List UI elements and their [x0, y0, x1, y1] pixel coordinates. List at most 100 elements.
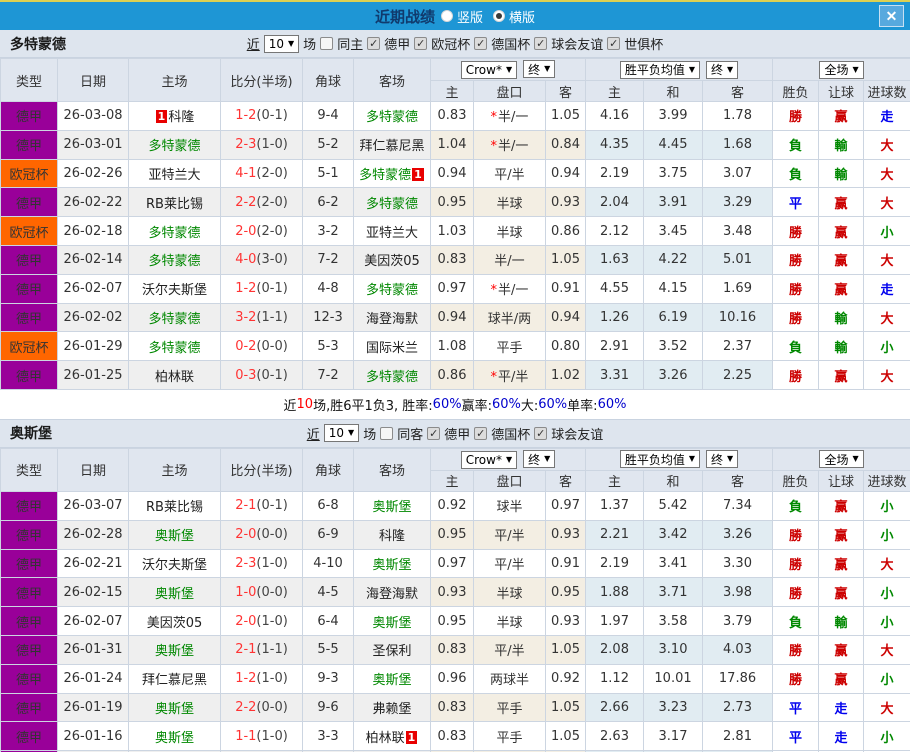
handicap: 平/半 [473, 519, 546, 550]
avg-win-odds: 4.55 [585, 273, 645, 304]
avg-win-odds: 2.66 [585, 692, 645, 723]
home-odds: 0.83 [430, 634, 474, 665]
result-wdl: 平 [772, 187, 820, 218]
league-checkbox-1-0[interactable]: ✓ [427, 426, 441, 440]
handicap: 两球半 [473, 663, 546, 694]
final-odds-select[interactable]: 终 ▼ [523, 60, 556, 79]
league-checkbox-0-2[interactable]: ✓ [474, 37, 488, 50]
full-time-score: 2-1 [235, 642, 257, 658]
avg-lose-odds: 3.26 [702, 519, 774, 550]
avg-lose-odds: 5.01 [702, 244, 774, 275]
corner-count: 5-1 [302, 158, 354, 189]
league-checkbox-0-3[interactable]: ✓ [534, 37, 548, 50]
match-type-badge: 德甲 [0, 101, 58, 131]
result-goals: 小 [863, 490, 910, 521]
home-team: 奥斯堡 [128, 634, 221, 665]
team-label: 奥斯堡 [372, 673, 412, 689]
full-time-score: 4-0 [235, 252, 257, 268]
match-type-badge: 德甲 [0, 187, 58, 218]
same-side-checkbox[interactable] [380, 426, 394, 440]
result-goals: 小 [863, 519, 910, 550]
result-handicap-label: 赢 [834, 369, 848, 385]
match-date: 26-01-24 [57, 663, 129, 694]
crow-select[interactable]: Crow* ▼ [460, 60, 518, 79]
avg-win-odds: 2.19 [585, 548, 645, 579]
match-type-badge: 德甲 [0, 490, 58, 521]
away-odds: 0.92 [544, 663, 587, 694]
full-match-select[interactable]: 全场 ▼ [819, 60, 864, 79]
match-count-select[interactable]: 10 ▼ [263, 34, 300, 53]
radio-vertical-layout[interactable]: 竖版 [440, 7, 483, 26]
team-label: 亚特兰大 [365, 225, 418, 241]
avg-win-odds: 1.88 [585, 577, 645, 608]
away-team: 多特蒙德 [353, 360, 431, 390]
chevron-down-icon: ▼ [688, 454, 696, 464]
full-time-score: 1-1 [235, 728, 257, 744]
avg-lose-odds: 3.79 [702, 606, 774, 636]
crow-select-value: Crow* [465, 452, 502, 467]
home-team: 1 科隆 [128, 101, 221, 131]
avg-odds-select[interactable]: 胜平负均值 ▼ [619, 450, 701, 469]
corner-count: 9-4 [302, 101, 354, 131]
match-count-select[interactable]: 10 ▼ [323, 424, 360, 443]
match-date: 26-01-31 [57, 634, 129, 665]
crow-select[interactable]: Crow* ▼ [460, 450, 518, 469]
avg-odds-select-value: 胜平负均值 [624, 63, 685, 77]
result-handicap: 赢 [818, 187, 865, 218]
result-handicap: 赢 [818, 490, 865, 521]
result-handicap-label: 走 [834, 701, 848, 717]
avg-lose-odds: 3.30 [702, 548, 774, 579]
sub-column-header: 主 [430, 80, 474, 102]
close-button[interactable]: ✕ [879, 5, 904, 27]
avg-draw-odds: 4.22 [643, 244, 704, 275]
match-type-badge: 德甲 [0, 519, 58, 550]
sub-column-header: 盘口 [473, 469, 546, 492]
avg-lose-odds: 3.98 [702, 577, 774, 608]
full-match-select[interactable]: 全场 ▼ [819, 450, 864, 469]
sub-column-header: 让球 [818, 469, 865, 492]
summary-text: 单率: [567, 398, 598, 414]
final-avg-select[interactable]: 终 ▼ [706, 60, 739, 79]
final-avg-select[interactable]: 终 ▼ [706, 450, 739, 469]
home-team: 奥斯堡 [128, 519, 221, 550]
half-time-score: (0-0) [256, 338, 288, 354]
full-time-score: 1-0 [235, 584, 257, 600]
games-label: 场 [303, 38, 317, 53]
home-team: RB莱比锡 [128, 490, 221, 521]
avg-draw-odds: 3.17 [643, 721, 704, 752]
away-odds: 1.05 [544, 244, 587, 275]
column-header: 比分(半场) [220, 58, 303, 102]
result-handicap-label: 輸 [834, 340, 848, 356]
team-label: 弗赖堡 [372, 701, 412, 717]
match-date: 26-02-07 [57, 273, 129, 304]
league-checkbox-0-0[interactable]: ✓ [367, 37, 381, 50]
summary-text: 60% [538, 396, 568, 412]
league-label: 德甲 [384, 38, 411, 53]
half-time-score: (0-1) [256, 367, 288, 383]
away-odds: 0.95 [544, 577, 587, 608]
league-checkbox-0-4[interactable]: ✓ [607, 37, 621, 50]
full-match-select-value: 全场 [824, 63, 849, 77]
radio-horizontal-layout[interactable]: 横版 [493, 7, 535, 26]
same-side-checkbox[interactable] [320, 37, 334, 50]
result-goals-label: 小 [880, 225, 894, 241]
near-label[interactable]: 近 [247, 34, 260, 53]
home-odds: 0.83 [430, 692, 474, 723]
match-row: 德甲 26-02-28 奥斯堡 2-0(0-0) 6-9 科隆 0.95 平/半 0.93 2.2… [0, 519, 910, 550]
league-checkbox-0-1[interactable]: ✓ [414, 37, 428, 50]
league-checkbox-1-2[interactable]: ✓ [534, 426, 548, 440]
sub-column-header: 进球数 [863, 469, 910, 492]
full-time-score: 4-1 [235, 165, 257, 181]
league-checkbox-1-1[interactable]: ✓ [474, 426, 488, 440]
corner-count: 7-2 [302, 360, 354, 390]
near-label[interactable]: 近 [307, 424, 320, 443]
avg-win-odds: 2.04 [585, 187, 645, 218]
chevron-down-icon: ▼ [688, 64, 696, 74]
avg-odds-select[interactable]: 胜平负均值 ▼ [619, 60, 701, 79]
match-score: 2-2(0-0) [220, 692, 303, 723]
match-score: 2-0(0-0) [220, 519, 303, 550]
final-odds-select[interactable]: 终 ▼ [523, 450, 556, 469]
handicap: *半/一 [473, 273, 546, 304]
handicap-label: 平/半 [494, 167, 525, 183]
handicap-label: 半/一 [498, 110, 529, 126]
